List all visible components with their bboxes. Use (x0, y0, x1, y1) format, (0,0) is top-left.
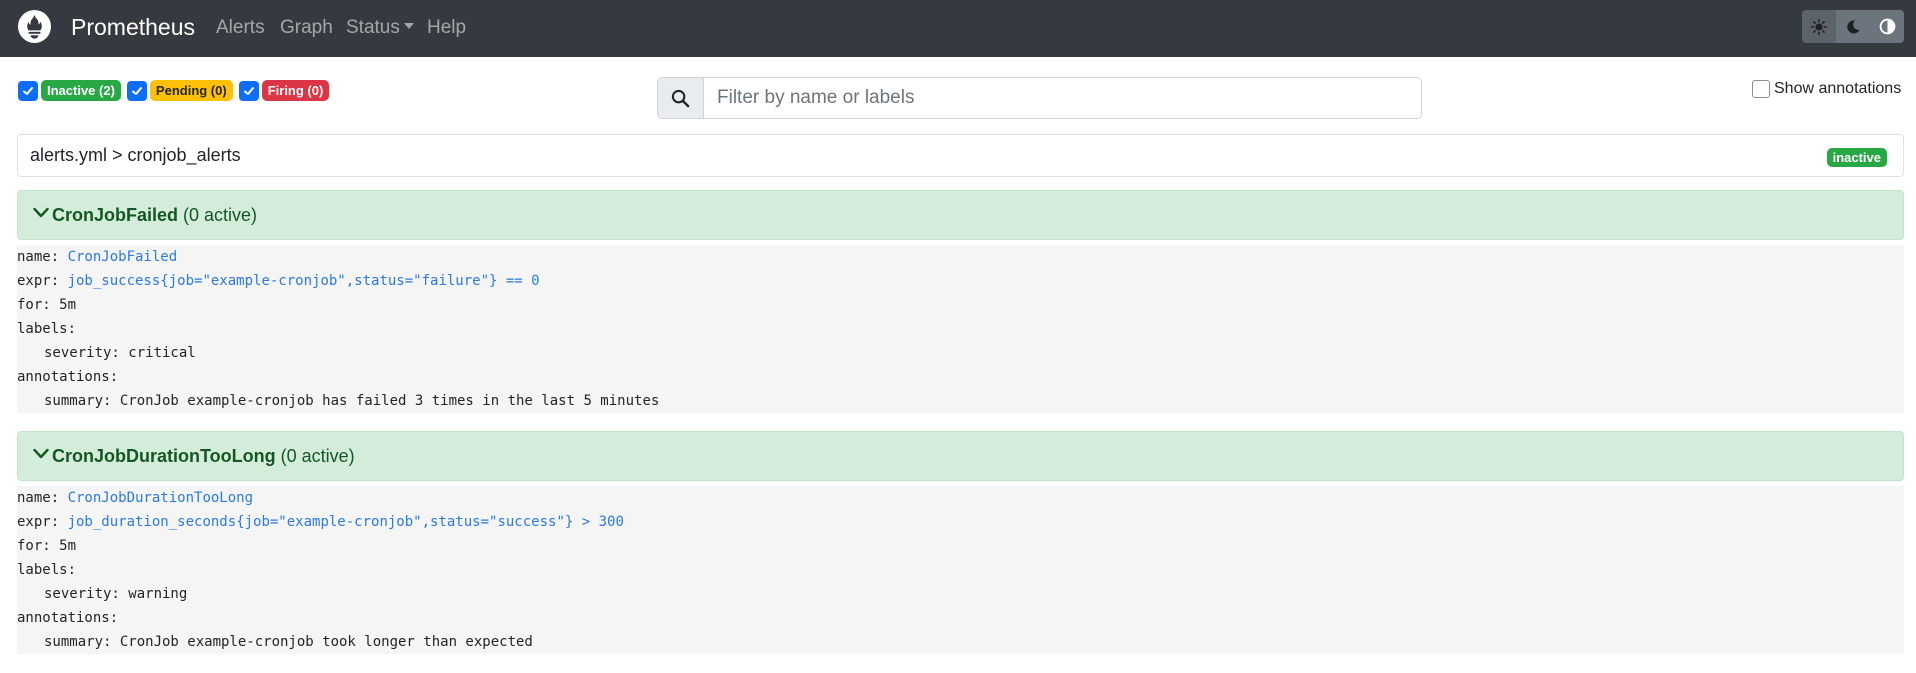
moon-icon (1847, 19, 1860, 33)
rule-definition: name: CronJobFailed expr: job_success{jo… (17, 245, 1904, 413)
pending-checkbox[interactable] (126, 80, 147, 101)
inactive-badge[interactable]: Inactive (2) (41, 80, 121, 101)
rule-expr-line: expr: job_duration_seconds{job="example-… (17, 510, 1904, 534)
show-annotations-label: Show annotations (1774, 80, 1902, 97)
group-path: alerts.yml > cronjob_alerts (30, 145, 241, 165)
search-input[interactable] (704, 78, 1421, 118)
brand-title[interactable]: Prometheus (71, 14, 195, 41)
rule-name-link[interactable]: CronJobFailed (68, 249, 178, 265)
group-state-badge: inactive (1826, 148, 1887, 167)
chevron-down-icon (33, 448, 49, 459)
rule-name: CronJobFailed (52, 205, 179, 225)
search-group (657, 77, 1422, 119)
nav-status-dropdown[interactable]: Status (346, 17, 414, 39)
nav-status-label: Status (346, 17, 400, 38)
state-filters: Inactive (2) Pending (0) Firing (0) (18, 80, 335, 101)
rule-name: CronJobDurationTooLong (52, 446, 276, 466)
theme-auto-button[interactable] (1870, 10, 1904, 43)
rule-for-line: for: 5m (17, 297, 77, 313)
key-label: expr: (17, 273, 68, 289)
rule-group-header: alerts.yml > cronjob_alerts inactive (17, 134, 1904, 177)
check-icon (243, 86, 254, 95)
pending-badge[interactable]: Pending (0) (149, 80, 233, 101)
check-icon (23, 86, 33, 95)
rule-summary-line: summary: CronJob example-cronjob took lo… (44, 634, 533, 650)
inactive-checkbox[interactable] (18, 80, 38, 101)
rule-annotations-line: annotations: (17, 610, 119, 626)
rule-expr-line: expr: job_success{job="example-cronjob",… (17, 269, 1904, 293)
rule-expr-link[interactable]: job_success{job="example-cronjob",status… (68, 273, 540, 289)
search-addon (658, 78, 704, 118)
rule-severity-line: severity: critical (44, 345, 196, 361)
nav-help[interactable]: Help (427, 17, 466, 39)
search-icon (671, 89, 690, 107)
rule-labels-line: labels: (17, 321, 77, 337)
nav-alerts[interactable]: Alerts (216, 17, 265, 39)
contrast-icon (1879, 18, 1895, 35)
sun-icon (1811, 18, 1827, 35)
rule-for-line: for: 5m (17, 538, 77, 554)
key-label: expr: (17, 514, 68, 530)
rule-definition: name: CronJobDurationTooLong expr: job_d… (17, 486, 1904, 654)
nav-graph[interactable]: Graph (280, 17, 333, 39)
rule-active-count: (0 active) (280, 446, 355, 466)
caret-down-icon (403, 22, 414, 29)
show-annotations-toggle[interactable]: Show annotations (1752, 80, 1901, 98)
rule-name-line: name: CronJobFailed (17, 245, 1904, 269)
rule-expr-link[interactable]: job_duration_seconds{job="example-cronjo… (68, 514, 624, 530)
rule-active-count: (0 active) (183, 205, 258, 225)
firing-badge[interactable]: Firing (0) (261, 80, 330, 101)
firing-checkbox[interactable] (238, 80, 259, 101)
rule-header-cronjobdurationtoolong[interactable]: CronJobDurationTooLong (0 active) (17, 431, 1904, 481)
theme-switcher (1802, 10, 1904, 43)
theme-light-button[interactable] (1802, 10, 1836, 43)
check-icon (131, 86, 142, 95)
rule-summary-line: summary: CronJob example-cronjob has fai… (44, 393, 660, 409)
rule-name-line: name: CronJobDurationTooLong (17, 486, 1904, 510)
rule-header-cronjobfailed[interactable]: CronJobFailed (0 active) (17, 190, 1904, 240)
rule-severity-line: severity: warning (44, 586, 188, 602)
rule-labels-line: labels: (17, 562, 77, 578)
key-label: name: (17, 249, 68, 265)
rule-annotations-line: annotations: (17, 369, 119, 385)
prometheus-logo-icon[interactable] (17, 9, 52, 44)
chevron-down-icon (33, 207, 49, 218)
show-annotations-checkbox[interactable] (1752, 80, 1770, 98)
key-label: name: (17, 490, 68, 506)
theme-dark-button[interactable] (1836, 10, 1870, 43)
rule-name-link[interactable]: CronJobDurationTooLong (68, 490, 253, 506)
navbar: Prometheus Alerts Graph Status Help (0, 0, 1916, 57)
